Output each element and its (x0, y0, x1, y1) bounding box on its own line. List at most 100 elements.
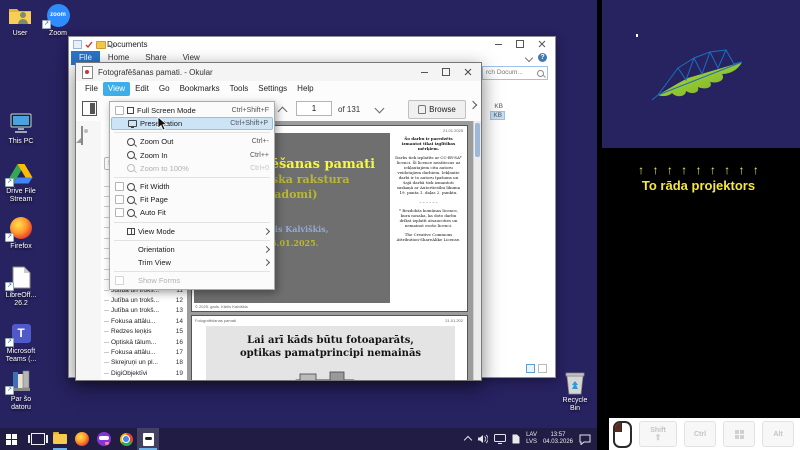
menu-settings[interactable]: Settings (253, 82, 292, 96)
menu-item-show-forms[interactable]: Show Forms (111, 274, 273, 287)
toc-item[interactable]: Jutība un trokš...12 (103, 295, 186, 305)
taskbar-clock[interactable]: 13:5704.03.2026 (543, 432, 573, 446)
explorer-close-button[interactable] (537, 39, 547, 49)
ctrl-key-indicator: Ctrl (684, 421, 716, 447)
menu-item-zoom-out[interactable]: Zoom Out Ctrl+- (111, 135, 273, 148)
menu-tools[interactable]: Tools (225, 82, 254, 96)
projected-screen (602, 0, 800, 148)
previous-page-icon[interactable] (278, 107, 288, 117)
fit-width-icon (127, 183, 135, 191)
desktop-icon-drive-file-stream[interactable]: ↗ Drive File Stream (0, 160, 45, 204)
start-button[interactable] (0, 428, 22, 450)
scrollbar-thumb[interactable] (475, 123, 480, 157)
menu-item-auto-fit[interactable]: Auto Fit (111, 206, 273, 219)
toc-item[interactable]: Fokusa attālu...17 (103, 347, 186, 357)
close-icon (464, 68, 472, 76)
menu-item-zoom-to-100[interactable]: Zoom to 100% Ctrl+0 (111, 162, 273, 175)
document-scrollbar[interactable] (473, 121, 481, 380)
menu-item-fit-page[interactable]: Fit Page (111, 193, 273, 206)
firefox-icon (75, 432, 89, 446)
page2-header-date: 21.01.202 (445, 318, 463, 323)
windows-key-icon (735, 430, 744, 439)
sidebar-toggle-icon[interactable] (82, 101, 97, 116)
desktop-icon-microsoft-teams[interactable]: T ↗ Microsoft Teams (... (0, 320, 45, 364)
menu-item-full-screen-mode[interactable]: Full Screen Mode Ctrl+Shift+F (111, 104, 273, 117)
close-icon (538, 40, 546, 48)
taskbar: LAVLVS 13:5704.03.2026 (0, 428, 597, 450)
menu-help[interactable]: Help (292, 82, 318, 96)
taskbar-firefox[interactable] (71, 428, 93, 450)
menu-item-orientation[interactable]: Orientation (111, 243, 273, 256)
task-view-icon (31, 433, 45, 445)
desktop-icon-libreoffice[interactable]: ↗ LibreOff... 26.2 (0, 264, 45, 308)
shortcut-arrow-icon: ↗ (5, 233, 14, 242)
okular-close-button[interactable] (463, 67, 473, 77)
mouse-left-click-icon (613, 421, 632, 448)
chrome-icon (120, 433, 133, 446)
menu-file[interactable]: File (80, 82, 103, 96)
desktop-icon-recycle-bin[interactable]: Recycle Bin (551, 369, 599, 413)
teams-icon: T ↗ (0, 320, 45, 346)
next-page-icon[interactable] (375, 104, 385, 114)
okular-window: Fotografēšanas pamati. - Okular File Vie… (75, 62, 482, 381)
toc-item[interactable]: Redzes leņķis15 (103, 326, 186, 336)
language-indicator[interactable]: LAVLVS (526, 432, 537, 446)
projector-arrows: ↑ ↑ ↑ ↑ ↑ ↑ ↑ ↑ ↑ (597, 163, 800, 177)
file-explorer-icon (53, 434, 67, 444)
ribbon-collapse-icon[interactable] (525, 53, 533, 61)
file-size-cell-selected[interactable]: KB (490, 112, 505, 119)
explorer-maximize-button[interactable] (515, 39, 525, 49)
volume-icon[interactable] (477, 434, 488, 444)
oak-leaf-logo (650, 40, 754, 104)
menu-item-trim-view[interactable]: Trim View (111, 256, 273, 269)
folder-icon[interactable] (96, 41, 106, 49)
thumbnail-view-toggle[interactable] (538, 364, 547, 373)
menu-item-zoom-in[interactable]: Zoom In Ctrl++ (111, 149, 273, 162)
thumbnails-tab-icon[interactable] (81, 126, 83, 145)
icon-label: Par šo datoru (0, 396, 45, 412)
icon-label: Microsoft Teams (... (0, 348, 45, 364)
toc-item[interactable]: Jutība un trokš...13 (103, 306, 186, 316)
zoom-out-icon (127, 138, 135, 146)
toc-item[interactable]: DigiObjektīvi19 (103, 368, 186, 378)
help-icon[interactable]: ? (538, 53, 547, 62)
taskbar-media-app[interactable] (93, 428, 115, 450)
menu-go[interactable]: Go (154, 82, 175, 96)
slide2-line1: Lai arī kāds būtu fotoaparāts, (206, 334, 455, 347)
hidden-icons-chevron[interactable] (464, 436, 472, 444)
details-view-toggle[interactable] (526, 364, 535, 373)
menu-item-fit-width[interactable]: Fit Width (111, 180, 273, 193)
desktop-icon-par-so-datoru[interactable]: ↗ Par šo datoru (0, 368, 45, 412)
notification-icon[interactable] (579, 434, 591, 445)
menu-item-view-mode[interactable]: View Mode (111, 225, 273, 238)
menu-item-presentation[interactable]: Presentation Ctrl+Shift+P (111, 117, 273, 130)
explorer-search-box[interactable]: rch Docum... (482, 66, 548, 80)
toc-item[interactable]: Fokusa attālu...14 (103, 316, 186, 326)
explorer-minimize-button[interactable] (493, 39, 503, 49)
toc-item[interactable]: Skrejruņi un pl...18 (103, 358, 186, 368)
taskbar-chrome[interactable] (115, 428, 137, 450)
menu-bookmarks[interactable]: Bookmarks (175, 82, 225, 96)
taskbar-file-explorer[interactable] (49, 428, 71, 450)
projected-cursor-dot (636, 34, 638, 37)
toc-item[interactable]: Optiskā tālum...16 (103, 337, 186, 347)
menu-view[interactable]: View (103, 82, 130, 96)
taskbar-okular-active[interactable] (137, 428, 159, 450)
file-icon[interactable] (73, 40, 82, 49)
desktop-icon-firefox[interactable]: ↗ Firefox (0, 215, 45, 251)
checkmark-icon[interactable] (85, 41, 93, 49)
okular-minimize-button[interactable] (419, 67, 429, 77)
pdf-page-2[interactable]: Fotografēšanas pamati 21.01.202 Lai arī … (191, 315, 468, 380)
okular-maximize-button[interactable] (441, 67, 451, 77)
page-number-input[interactable] (296, 101, 332, 116)
desktop-icon-this-pc[interactable]: This PC (0, 110, 45, 146)
document-tray-icon[interactable] (512, 434, 520, 444)
submenu-arrow-icon (263, 259, 270, 266)
toolbar-overflow-icon[interactable] (469, 101, 477, 109)
menu-edit[interactable]: Edit (130, 82, 154, 96)
task-view-button[interactable] (27, 428, 49, 450)
browse-tool-button[interactable]: Browse (408, 100, 466, 119)
desktop-icon-zoom[interactable]: zoom ↗ Zoom (34, 2, 82, 38)
google-drive-icon: ↗ (0, 160, 45, 186)
display-icon[interactable] (494, 434, 506, 444)
